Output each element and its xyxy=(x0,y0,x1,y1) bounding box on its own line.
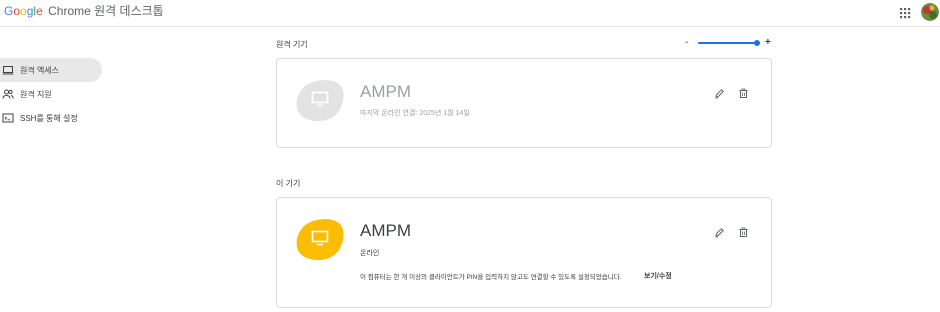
pencil-icon[interactable] xyxy=(713,226,725,238)
logo-letter: G xyxy=(4,4,14,18)
logo-letter: e xyxy=(36,4,43,18)
sidebar: 원격 액세스 원격 지원 SSH를 통해 설정 xyxy=(0,58,102,130)
host-last-online: 마지막 온라인 연결: 2025년 1월 14일 xyxy=(360,110,470,117)
sidebar-item-label: 원격 액세스 xyxy=(20,65,60,75)
avatar[interactable] xyxy=(921,3,939,21)
host-icon-blob xyxy=(296,217,344,261)
this-device-card[interactable]: AMPM 온라인 이 컴퓨터는 한 개 이상의 클라이언트가 PIN을 입력하지… xyxy=(276,197,772,308)
monitor-icon xyxy=(311,230,329,246)
zoom-out-button[interactable]: - xyxy=(685,37,688,49)
zoom-control: - + xyxy=(684,37,776,49)
app-name: Chrome 원격 데스크톱 xyxy=(48,4,164,18)
sidebar-item-remote-support[interactable]: 원격 지원 xyxy=(0,82,102,106)
trash-icon[interactable] xyxy=(737,226,749,238)
app-logo: Google Chrome 원격 데스크톱 xyxy=(4,4,164,18)
sidebar-item-remote-access[interactable]: 원격 액세스 xyxy=(0,58,102,82)
pin-setting-note: 이 컴퓨터는 한 개 이상의 클라이언트가 PIN을 입력하지 않고도 연결할 … xyxy=(360,274,622,281)
host-status: 온라인 xyxy=(360,250,380,257)
remote-host-card[interactable]: AMPM 마지막 온라인 연결: 2025년 1월 14일 xyxy=(276,58,772,148)
top-bar: Google Chrome 원격 데스크톱 xyxy=(0,0,940,27)
terminal-icon xyxy=(2,112,14,124)
sidebar-item-label: SSH를 통해 설정 xyxy=(20,113,78,123)
section-title-remote-devices: 원격 기기 xyxy=(276,40,308,49)
pencil-icon[interactable] xyxy=(713,87,725,99)
host-name: AMPM xyxy=(360,221,411,240)
host-name: AMPM xyxy=(360,82,411,101)
trash-icon[interactable] xyxy=(737,87,749,99)
zoom-slider-thumb[interactable] xyxy=(754,40,760,46)
grid-icon[interactable] xyxy=(898,6,912,20)
laptop-icon xyxy=(2,64,14,76)
sidebar-item-ssh-setup[interactable]: SSH를 통해 설정 xyxy=(0,106,102,130)
logo-letter: o xyxy=(20,4,27,18)
monitor-icon xyxy=(311,91,329,107)
zoom-slider-track[interactable] xyxy=(698,42,760,44)
section-title-this-device: 이 기기 xyxy=(276,179,301,188)
zoom-in-button[interactable]: + xyxy=(765,37,771,49)
host-icon-blob xyxy=(296,78,344,122)
sidebar-item-label: 원격 지원 xyxy=(20,89,52,99)
view-edit-pin-link[interactable]: 보기/수정 xyxy=(644,271,672,281)
people-icon xyxy=(2,88,14,100)
